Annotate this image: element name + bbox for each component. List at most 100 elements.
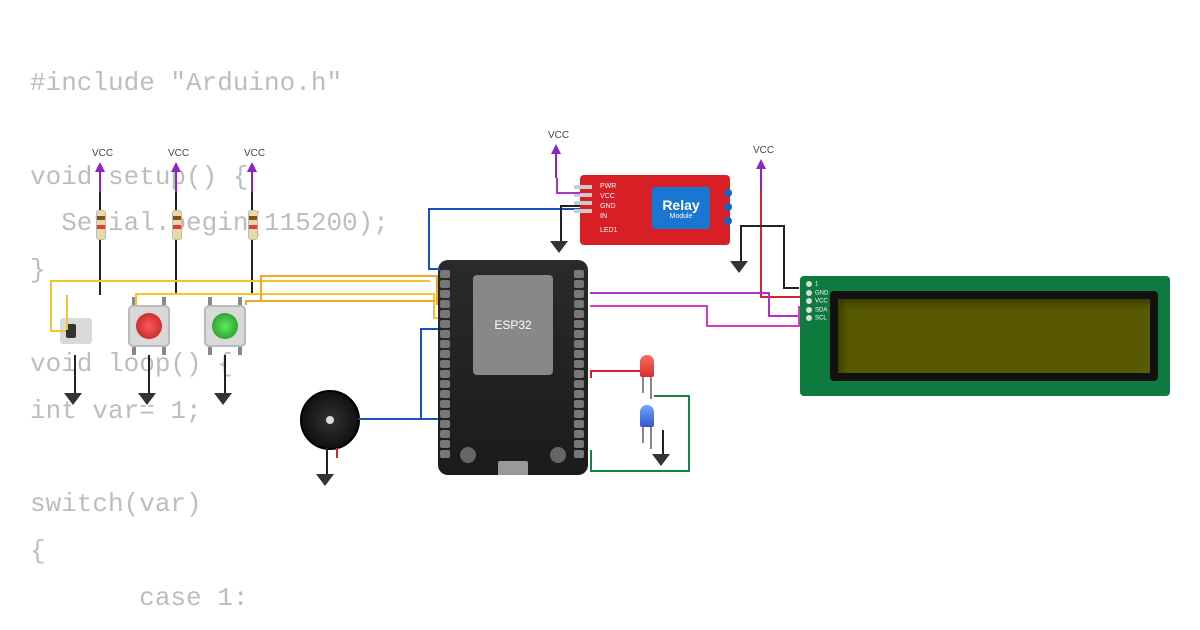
wire: [428, 208, 580, 210]
green-push-button[interactable]: [204, 305, 246, 347]
wire: [560, 205, 580, 207]
wire: [99, 240, 101, 295]
gnd-icon: [732, 263, 746, 277]
wire: [760, 296, 800, 298]
gnd-icon: [654, 456, 668, 470]
wire: [768, 315, 800, 317]
gnd-icon: [216, 395, 230, 409]
wire: [50, 280, 430, 282]
lcd-pin-label: VCC: [806, 298, 828, 305]
wire: [783, 287, 799, 289]
relay-block: Relay Module: [652, 187, 710, 229]
wire: [590, 470, 690, 472]
wire: [760, 190, 762, 298]
wire: [590, 370, 592, 378]
wire: [175, 240, 177, 295]
relay-pin-header: [574, 185, 592, 213]
wire: [245, 300, 435, 302]
wire: [66, 295, 68, 330]
wire: [358, 418, 438, 420]
relay-terminal: [724, 189, 732, 225]
wire: [99, 192, 101, 210]
wire: [175, 192, 177, 210]
relay-pin-label: VCC: [600, 193, 615, 200]
wire: [148, 355, 150, 395]
lcd-pin-label: SCL: [806, 315, 828, 322]
wire: [50, 280, 52, 332]
wire: [654, 395, 690, 397]
relay-pin-label: LED1: [600, 227, 618, 234]
wire: [135, 293, 435, 295]
wire: [224, 355, 226, 395]
wire: [428, 268, 440, 270]
reset-button[interactable]: [550, 447, 566, 463]
relay-subtitle: Module: [670, 213, 693, 220]
wire: [420, 328, 422, 420]
wire: [336, 448, 338, 458]
wire: [260, 275, 438, 277]
wire: [556, 192, 580, 194]
lcd-pin-label: SDA: [806, 307, 828, 314]
vcc-arrow-icon: [95, 162, 105, 172]
wire: [74, 355, 76, 395]
lcd-pin-label: GND: [806, 290, 828, 297]
wire: [433, 293, 435, 319]
gnd-icon: [66, 395, 80, 409]
wire: [260, 275, 262, 300]
vcc-label: VCC: [244, 148, 265, 159]
vcc-label: VCC: [92, 148, 113, 159]
vcc-arrow-icon: [247, 162, 257, 172]
buzzer: [300, 390, 360, 450]
gnd-icon: [140, 395, 154, 409]
led-red: [640, 355, 654, 377]
vcc-label: VCC: [548, 130, 569, 141]
vcc-stem: [99, 172, 101, 192]
wire: [706, 325, 800, 327]
vcc-arrow-icon: [756, 159, 766, 169]
wire: [251, 192, 253, 210]
wire: [560, 205, 562, 245]
esp32-label: ESP32: [494, 318, 531, 332]
vcc-stem: [555, 154, 557, 178]
usb-port-icon: [498, 461, 528, 475]
wire: [740, 225, 785, 227]
wire: [50, 330, 66, 332]
vcc-label: VCC: [168, 148, 189, 159]
wire: [783, 225, 785, 287]
wire: [688, 395, 690, 472]
esp-pin-header-right: [574, 270, 586, 458]
relay-pin-label: IN: [600, 213, 607, 220]
relay-module: PWR VCC GND IN LED1 Relay Module: [580, 175, 730, 245]
vcc-arrow-icon: [171, 162, 181, 172]
circuit-canvas: VCC VCC VCC VCC VCC: [0, 0, 1200, 630]
vcc-arrow-icon: [551, 144, 561, 154]
wire: [590, 370, 640, 372]
relay-pin-label: GND: [600, 203, 616, 210]
vcc-label: VCC: [753, 145, 774, 156]
red-push-button[interactable]: [128, 305, 170, 347]
resistor: [172, 210, 182, 240]
wire: [590, 292, 770, 294]
relay-title: Relay: [662, 197, 699, 213]
relay-pin-label: PWR: [600, 183, 616, 190]
lcd-screen: [830, 291, 1158, 381]
boot-button[interactable]: [460, 447, 476, 463]
wire: [590, 450, 592, 470]
vcc-stem: [251, 172, 253, 192]
resistor: [248, 210, 258, 240]
lcd-pin-header: 1 GND VCC SDA SCL: [806, 281, 828, 322]
wire: [768, 292, 770, 317]
led-blue: [640, 405, 654, 427]
vcc-stem: [175, 172, 177, 192]
wire: [251, 240, 253, 295]
esp-pin-header-left: [440, 270, 452, 458]
vcc-stem: [760, 169, 762, 191]
wire: [326, 448, 328, 476]
wire: [590, 305, 708, 307]
wire: [428, 208, 430, 270]
resistor: [96, 210, 106, 240]
wire: [556, 178, 558, 194]
lcd-16x2: 1 GND VCC SDA SCL: [800, 276, 1170, 396]
gnd-icon: [552, 243, 566, 257]
esp32-board: ESP32: [438, 260, 588, 475]
